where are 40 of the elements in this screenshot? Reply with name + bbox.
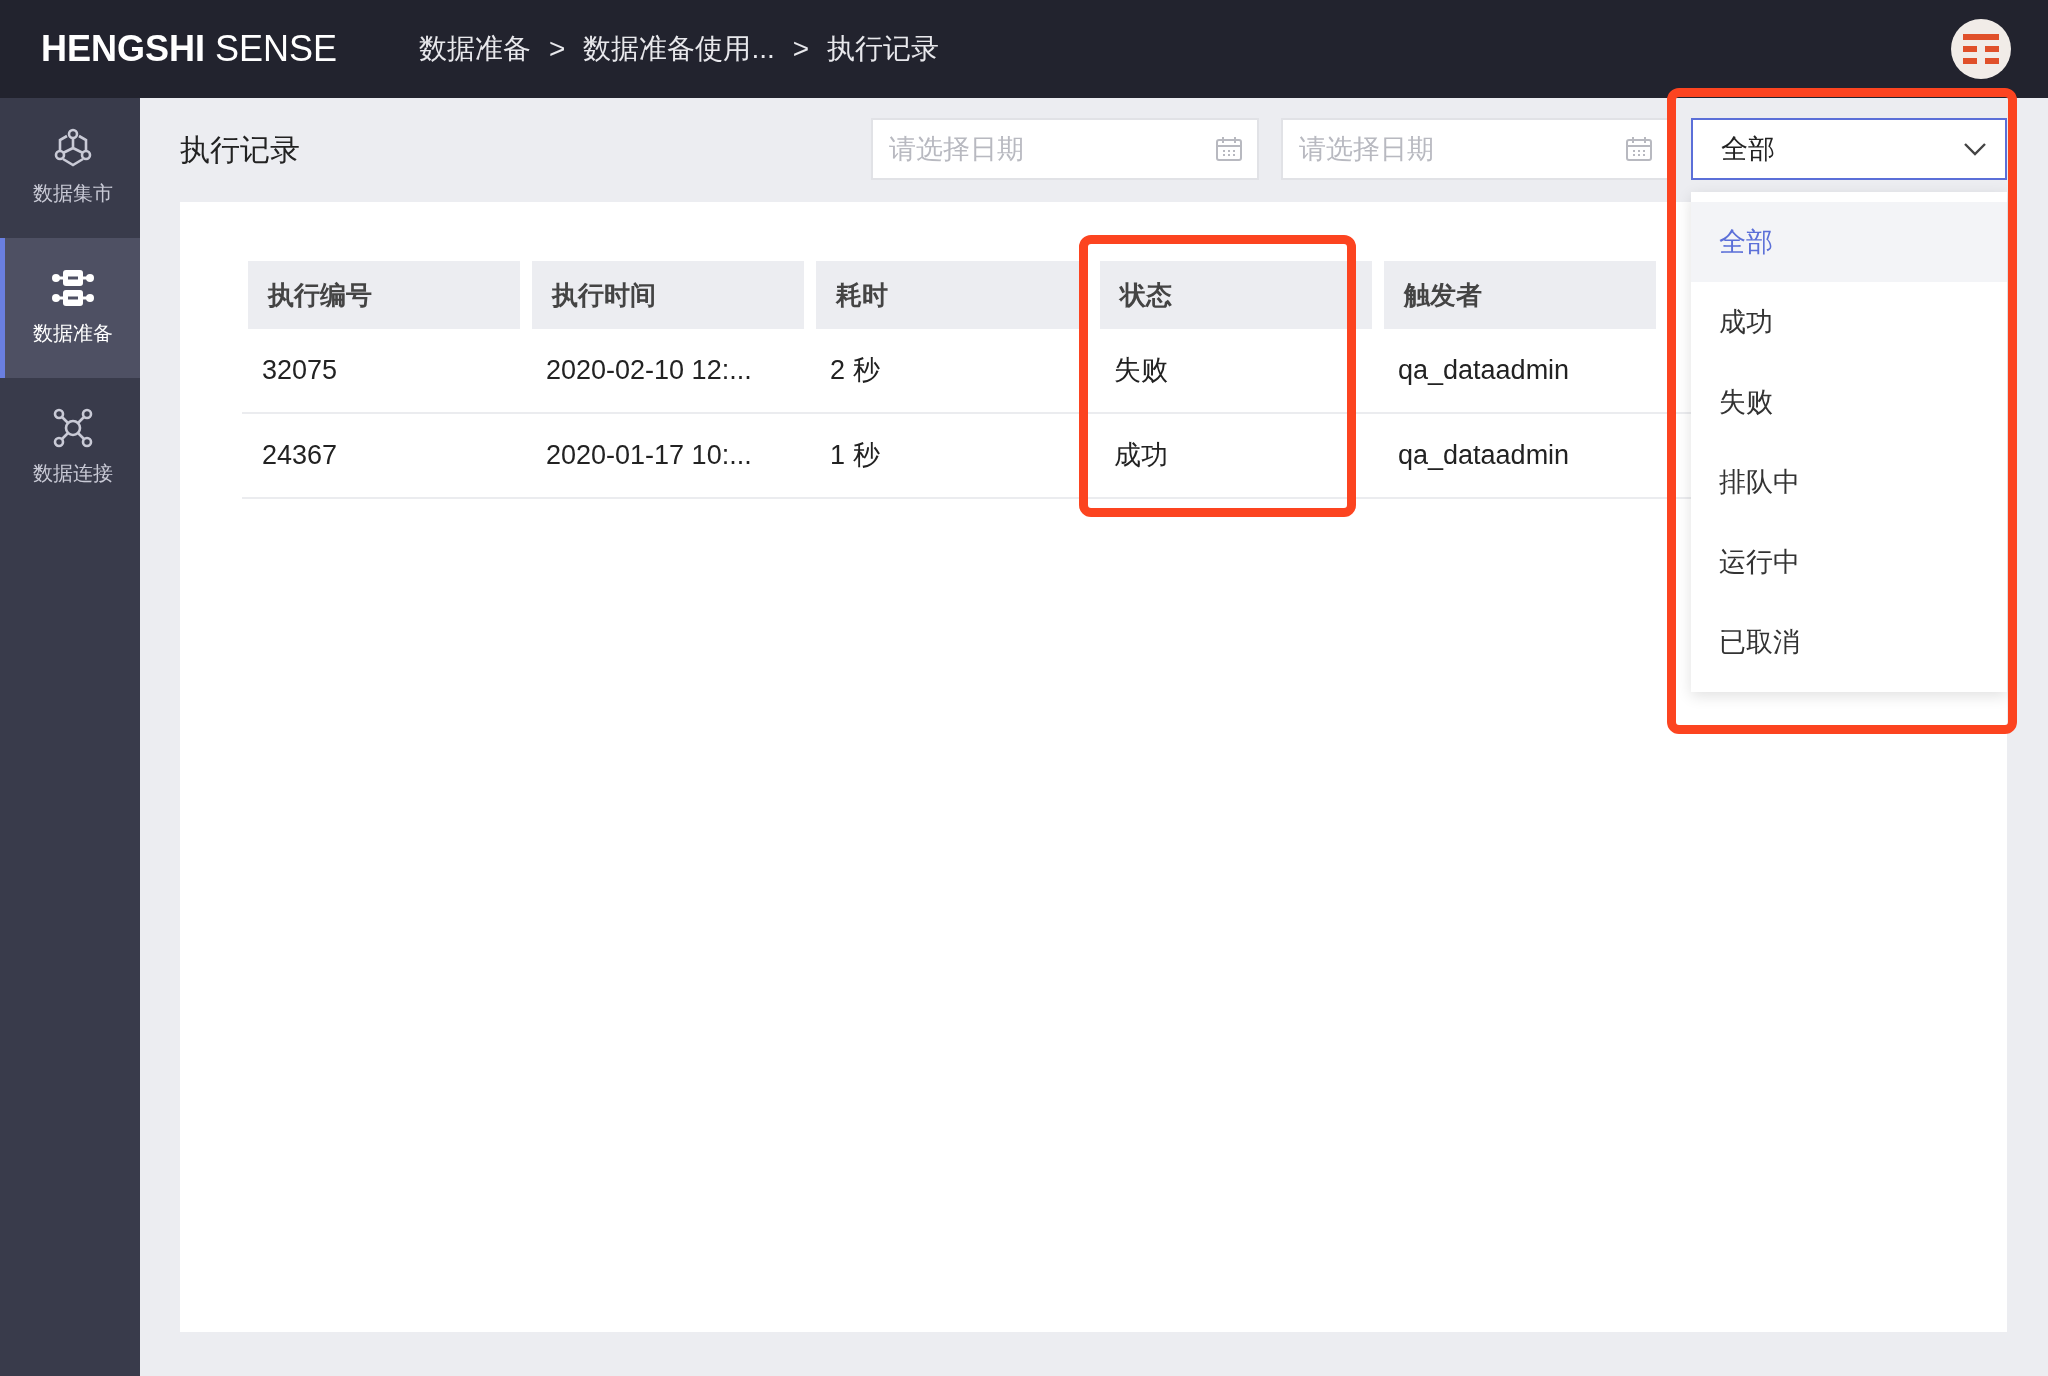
sidebar-item[interactable]: 数据准备 xyxy=(0,238,140,378)
breadcrumb-item[interactable]: 数据准备 xyxy=(419,28,532,70)
calendar-icon xyxy=(1215,136,1243,162)
dropdown-option[interactable]: 排队中 xyxy=(1691,442,2007,522)
page-title: 执行记录 xyxy=(180,131,300,168)
table-cell-text: qa_dataadmin xyxy=(1397,354,1571,388)
table-cell-text: 1 秒 xyxy=(829,439,881,473)
app-logo: HENGSHI SENSE xyxy=(41,27,338,71)
column-header: 触发者 xyxy=(1384,261,1656,329)
dropdown-option[interactable]: 运行中 xyxy=(1691,522,2007,602)
column-header: 状态 xyxy=(1100,261,1372,329)
table-cell-text: qa_dataadmin xyxy=(1397,439,1571,473)
network-nodes-icon xyxy=(52,408,93,448)
column-header: 执行编号 xyxy=(248,261,520,329)
breadcrumb-item[interactable]: 数据准备使用... xyxy=(583,28,775,70)
table-cell-text: 2020-01-17 10:... xyxy=(545,439,753,473)
dropdown-option[interactable]: 已取消 xyxy=(1691,602,2007,682)
chevron-down-icon xyxy=(1963,142,1987,156)
table-cell-text: 2 秒 xyxy=(829,354,881,388)
sidebar-item[interactable]: 数据集市 xyxy=(0,98,140,238)
table-cell-text: 失败 xyxy=(1113,354,1169,388)
stacked-blocks-icon xyxy=(50,268,95,308)
table-cell-text: 成功 xyxy=(1113,439,1169,473)
table-cell-text: 24367 xyxy=(261,439,339,473)
dropdown-option[interactable]: 失败 xyxy=(1691,362,2007,442)
table-cell-text: 2020-02-10 12:... xyxy=(545,354,753,388)
date-field[interactable]: 请选择日期 xyxy=(1281,118,1669,180)
dropdown-option[interactable]: 全部 xyxy=(1691,202,2007,282)
user-avatar[interactable] xyxy=(1951,19,2011,79)
breadcrumb-separator: > xyxy=(549,32,566,66)
dropdown-option[interactable]: 成功 xyxy=(1691,282,2007,362)
date-field[interactable]: 请选择日期 xyxy=(871,118,1259,180)
hexagon-nodes-icon xyxy=(52,128,93,168)
breadcrumb-item[interactable]: 执行记录 xyxy=(827,28,940,70)
breadcrumb-separator: > xyxy=(792,32,810,66)
status-select[interactable]: 全部 xyxy=(1691,118,2007,180)
column-header: 执行时间 xyxy=(532,261,804,329)
sidebar-item[interactable]: 数据连接 xyxy=(0,378,140,518)
calendar-icon xyxy=(1625,136,1653,162)
table-cell-text: 32075 xyxy=(261,354,339,388)
